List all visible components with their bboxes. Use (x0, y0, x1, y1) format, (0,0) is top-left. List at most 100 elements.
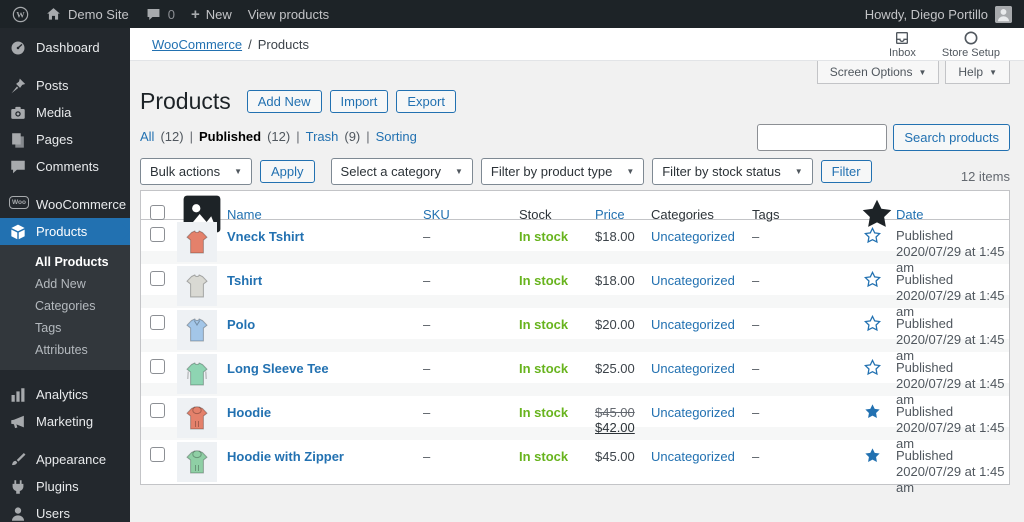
product-thumbnail[interactable] (177, 310, 217, 350)
sidebar-item-marketing[interactable]: Marketing (0, 408, 130, 435)
store-setup-button[interactable]: Store Setup (942, 30, 1000, 59)
stock-status-filter-select[interactable]: Filter by stock status ▼ (652, 158, 813, 185)
view-published-link[interactable]: Published (199, 129, 261, 144)
category-filter-select[interactable]: Select a category ▼ (330, 158, 473, 185)
user-icon (9, 505, 27, 522)
sidebar-item-appearance[interactable]: Appearance (0, 446, 130, 473)
select-all-checkbox[interactable] (150, 205, 165, 220)
sidebar-item-label: Pages (36, 132, 73, 147)
category-link[interactable]: Uncategorized (651, 449, 735, 464)
comment-icon (9, 158, 27, 176)
product-name-link[interactable]: Vneck Tshirt (227, 229, 304, 244)
store-setup-label: Store Setup (941, 46, 1000, 59)
product-thumbnail[interactable] (177, 222, 217, 262)
plug-icon (9, 478, 27, 496)
menu-separator (0, 370, 130, 381)
apply-button[interactable]: Apply (260, 160, 315, 183)
view-trash-link[interactable]: Trash (306, 129, 339, 144)
breadcrumb-woocommerce-link[interactable]: WooCommerce (152, 37, 242, 52)
comments-count: 0 (167, 6, 175, 22)
category-link[interactable]: Uncategorized (651, 317, 735, 332)
sidebar-item-users[interactable]: Users (0, 500, 130, 522)
site-name-menu[interactable]: Demo Site (45, 6, 129, 23)
chevron-down-icon: ▼ (234, 167, 243, 176)
search-input[interactable] (757, 124, 888, 151)
filter-button[interactable]: Filter (820, 160, 872, 183)
sidebar-item-woocommerce[interactable]: Woo WooCommerce (0, 191, 130, 218)
product-type-filter-select[interactable]: Filter by product type ▼ (480, 158, 645, 185)
screen-options-button[interactable]: Screen Options ▼ (816, 61, 940, 84)
category-link[interactable]: Uncategorized (651, 361, 735, 376)
import-button[interactable]: Import (329, 90, 389, 113)
product-name-link[interactable]: Long Sleeve Tee (227, 361, 329, 376)
product-name-link[interactable]: Tshirt (227, 273, 262, 288)
row-checkbox[interactable] (150, 315, 165, 330)
menu-separator (0, 435, 130, 446)
breadcrumb-separator: / (248, 36, 252, 52)
category-link[interactable]: Uncategorized (651, 273, 735, 288)
sidebar-item-posts[interactable]: Posts (0, 72, 130, 99)
bulk-actions-select[interactable]: Bulk actions ▼ (140, 158, 253, 185)
breadcrumb: WooCommerce / Products (152, 37, 309, 52)
chevron-down-icon: ▼ (455, 167, 463, 176)
export-button[interactable]: Export (396, 90, 456, 113)
sidebar-item-pages[interactable]: Pages (0, 126, 130, 153)
products-submenu: All Products Add New Categories Tags Attribu… (0, 245, 130, 370)
comment-bubble-icon (145, 6, 162, 23)
submenu-item-attributes[interactable]: Attributes (0, 339, 130, 361)
sidebar-item-label: Dashboard (36, 40, 100, 55)
product-row: Hoodie – In stock $45.00 $42.00 Uncategor… (141, 396, 1009, 451)
pages-icon (9, 131, 27, 149)
sidebar-item-dashboard[interactable]: Dashboard (0, 34, 130, 61)
tags-value: – (752, 449, 760, 464)
comments-menu[interactable]: 0 (145, 6, 175, 23)
product-thumbnail[interactable] (177, 354, 217, 394)
submenu-item-all-products[interactable]: All Products (0, 251, 130, 273)
add-new-button[interactable]: Add New (246, 90, 322, 113)
account-menu[interactable]: Howdy, Diego Portillo (865, 5, 1012, 23)
bar-chart-icon (9, 386, 27, 404)
products-page: Products Add New Import Export All (12) | P… (130, 84, 1024, 495)
view-all-link[interactable]: All (140, 129, 154, 144)
view-sorting-link[interactable]: Sorting (376, 129, 417, 144)
publish-status: Published (896, 404, 954, 419)
wordpress-menu[interactable]: W (12, 6, 29, 23)
featured-star-toggle[interactable] (858, 440, 894, 496)
avatar (995, 5, 1012, 23)
stock-status-filter-label: Filter by stock status (662, 164, 781, 179)
sidebar-item-comments[interactable]: Comments (0, 153, 130, 180)
row-checkbox[interactable] (150, 403, 165, 418)
product-thumbnail[interactable] (177, 398, 217, 438)
view-products-menu[interactable]: View products (248, 7, 329, 22)
row-checkbox[interactable] (150, 271, 165, 286)
submenu-item-add-new[interactable]: Add New (0, 273, 130, 295)
bulk-actions-label: Bulk actions (150, 164, 221, 179)
sidebar-item-label: WooCommerce (36, 197, 127, 212)
row-checkbox[interactable] (150, 227, 165, 242)
product-thumbnail[interactable] (177, 442, 217, 482)
inbox-button[interactable]: Inbox (889, 30, 916, 59)
sidebar-item-products[interactable]: Products (0, 218, 130, 245)
help-button[interactable]: Help ▼ (945, 61, 1010, 84)
sidebar-menu: Dashboard Posts Media Pages Comments Woo WooCo… (0, 34, 130, 522)
products-table: Name SKU Stock Price Categories Tags Dat… (140, 190, 1010, 495)
product-name-link[interactable]: Hoodie with Zipper (227, 449, 344, 464)
submenu-item-tags[interactable]: Tags (0, 317, 130, 339)
search-products-button[interactable]: Search products (893, 124, 1010, 151)
new-menu[interactable]: + New (191, 7, 232, 22)
row-checkbox[interactable] (150, 359, 165, 374)
new-label: New (205, 6, 232, 22)
product-name-link[interactable]: Polo (227, 317, 255, 332)
product-name-link[interactable]: Hoodie (227, 405, 271, 420)
product-thumbnail[interactable] (177, 266, 217, 306)
submenu-item-categories[interactable]: Categories (0, 295, 130, 317)
brush-icon (9, 451, 27, 469)
sidebar-item-plugins[interactable]: Plugins (0, 473, 130, 500)
category-link[interactable]: Uncategorized (651, 405, 735, 420)
admin-sidebar: Dashboard Posts Media Pages Comments Woo WooCo… (0, 28, 130, 522)
row-checkbox[interactable] (150, 447, 165, 462)
sidebar-item-analytics[interactable]: Analytics (0, 381, 130, 408)
page-title: Products (140, 88, 231, 114)
category-link[interactable]: Uncategorized (651, 229, 735, 244)
sidebar-item-media[interactable]: Media (0, 99, 130, 126)
